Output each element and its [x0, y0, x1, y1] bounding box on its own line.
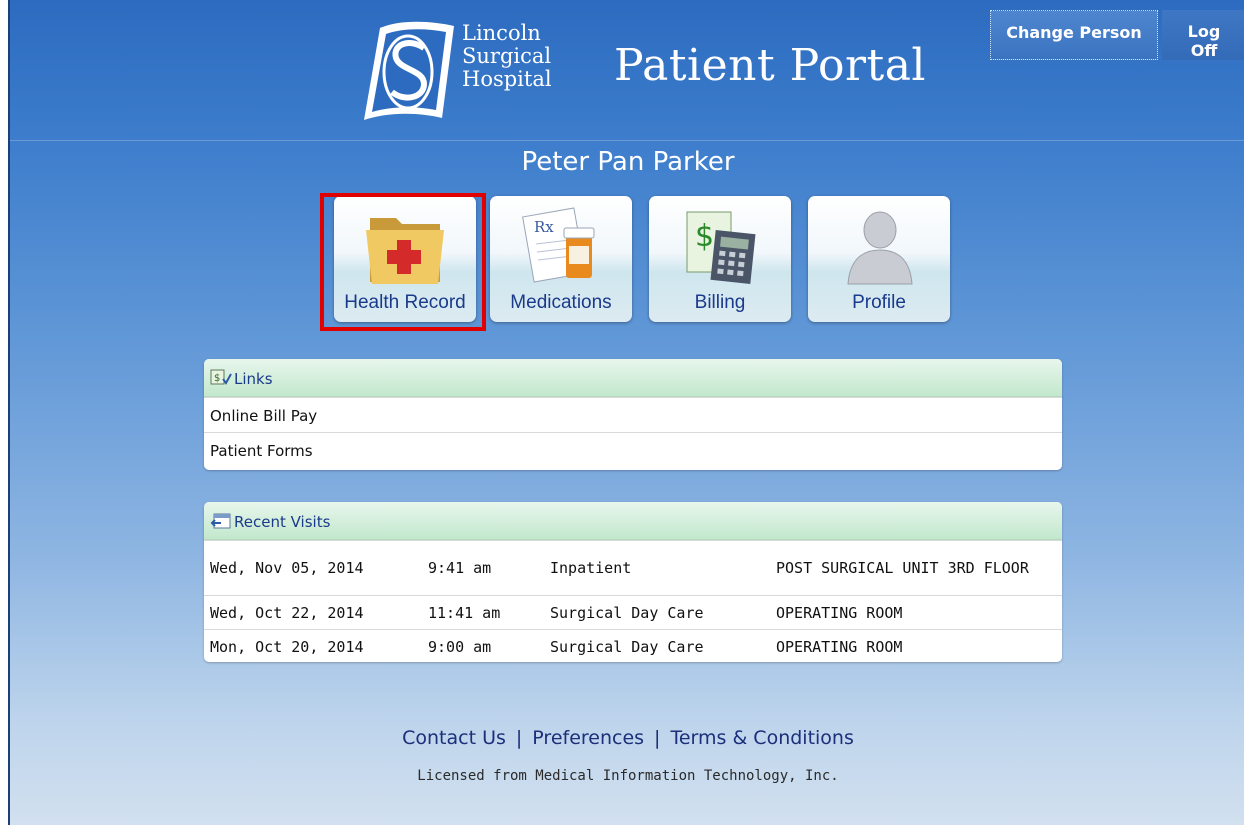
visit-location: OPERATING ROOM [776, 637, 903, 656]
header-divider [10, 140, 1244, 141]
visit-date: Wed, Oct 22, 2014 [210, 603, 364, 622]
calendar-back-icon [210, 513, 231, 529]
license-text: Licensed from Medical Information Techno… [417, 768, 839, 784]
tile-label: Medications [510, 292, 612, 313]
visit-type: Inpatient [550, 559, 632, 577]
portal-title: Patient Portal [614, 40, 926, 91]
hospital-logo-icon [364, 21, 454, 120]
tile-label: Billing [694, 292, 746, 313]
footer-links: Contact Us | Preferences | Terms & Condition… [10, 727, 1244, 749]
visit-time: 9:00 am [428, 637, 492, 656]
visit-type: Surgical Day Care [550, 637, 704, 656]
footer-separator: | [654, 727, 661, 749]
bill-check-icon: $ [210, 369, 232, 385]
hospital-name-line-3: Hospital [462, 67, 552, 91]
header: Lincoln Surgical Hospital Patient Portal… [10, 0, 1244, 140]
visit-time: 11:41 am [428, 603, 501, 622]
calculator-dollar-icon: $ [686, 211, 756, 284]
table-row[interactable]: Mon, Oct 20, 2014 9:00 am Surgical Day C… [204, 629, 1062, 662]
links-panel-title: Links [234, 370, 273, 388]
recent-visits-panel: Recent Visits Wed, Nov 05, 2014 9:41 am … [204, 502, 1062, 662]
visit-date: Mon, Oct 20, 2014 [210, 637, 364, 656]
visit-time: 9:41 am [428, 559, 492, 577]
link-patient-forms[interactable]: Patient Forms [204, 432, 1062, 467]
tile-profile[interactable]: Profile [808, 196, 950, 322]
links-panel-header: $ Links [204, 359, 1062, 397]
recent-visits-header: Recent Visits [204, 502, 1062, 540]
change-person-button[interactable]: Change Person [990, 10, 1158, 60]
footer-separator: | [515, 727, 523, 749]
svg-text:$: $ [214, 373, 220, 384]
person-icon [847, 211, 913, 285]
tile-medications[interactable]: Rx Medications [490, 196, 632, 322]
svg-text:$: $ [695, 219, 714, 254]
visit-location: OPERATING ROOM [776, 603, 903, 622]
links-panel: $ Links Online Bill Pay Patient Forms [204, 359, 1062, 470]
visit-date: Wed, Nov 05, 2014 [210, 559, 364, 577]
patient-name: Peter Pan Parker [521, 147, 735, 177]
preferences-link[interactable]: Preferences [532, 727, 644, 749]
portal-background: Lincoln Surgical Hospital Patient Portal… [8, 0, 1244, 825]
table-row[interactable]: Wed, Nov 05, 2014 9:41 am Inpatient POST… [204, 540, 1062, 595]
selected-tile-highlight [320, 193, 486, 331]
hospital-name-line-2: Surgical [462, 44, 552, 68]
link-online-bill-pay[interactable]: Online Bill Pay [204, 397, 1062, 432]
prescription-icon: Rx [522, 207, 595, 283]
tile-billing[interactable]: $ Billing [649, 196, 791, 322]
svg-text:Rx: Rx [534, 218, 554, 236]
contact-us-link[interactable]: Contact Us [402, 727, 506, 749]
recent-visits-title: Recent Visits [234, 513, 331, 531]
log-off-button[interactable]: Log Off [1162, 10, 1244, 60]
visit-location: POST SURGICAL UNIT 3RD FLOOR [776, 559, 1029, 577]
table-row[interactable]: Wed, Oct 22, 2014 11:41 am Surgical Day … [204, 595, 1062, 629]
terms-conditions-link[interactable]: Terms & Conditions [670, 727, 853, 749]
visit-type: Surgical Day Care [550, 603, 704, 622]
hospital-name: Lincoln Surgical Hospital [462, 22, 582, 91]
hospital-name-line-1: Lincoln [462, 21, 541, 45]
tile-label: Profile [852, 292, 906, 313]
